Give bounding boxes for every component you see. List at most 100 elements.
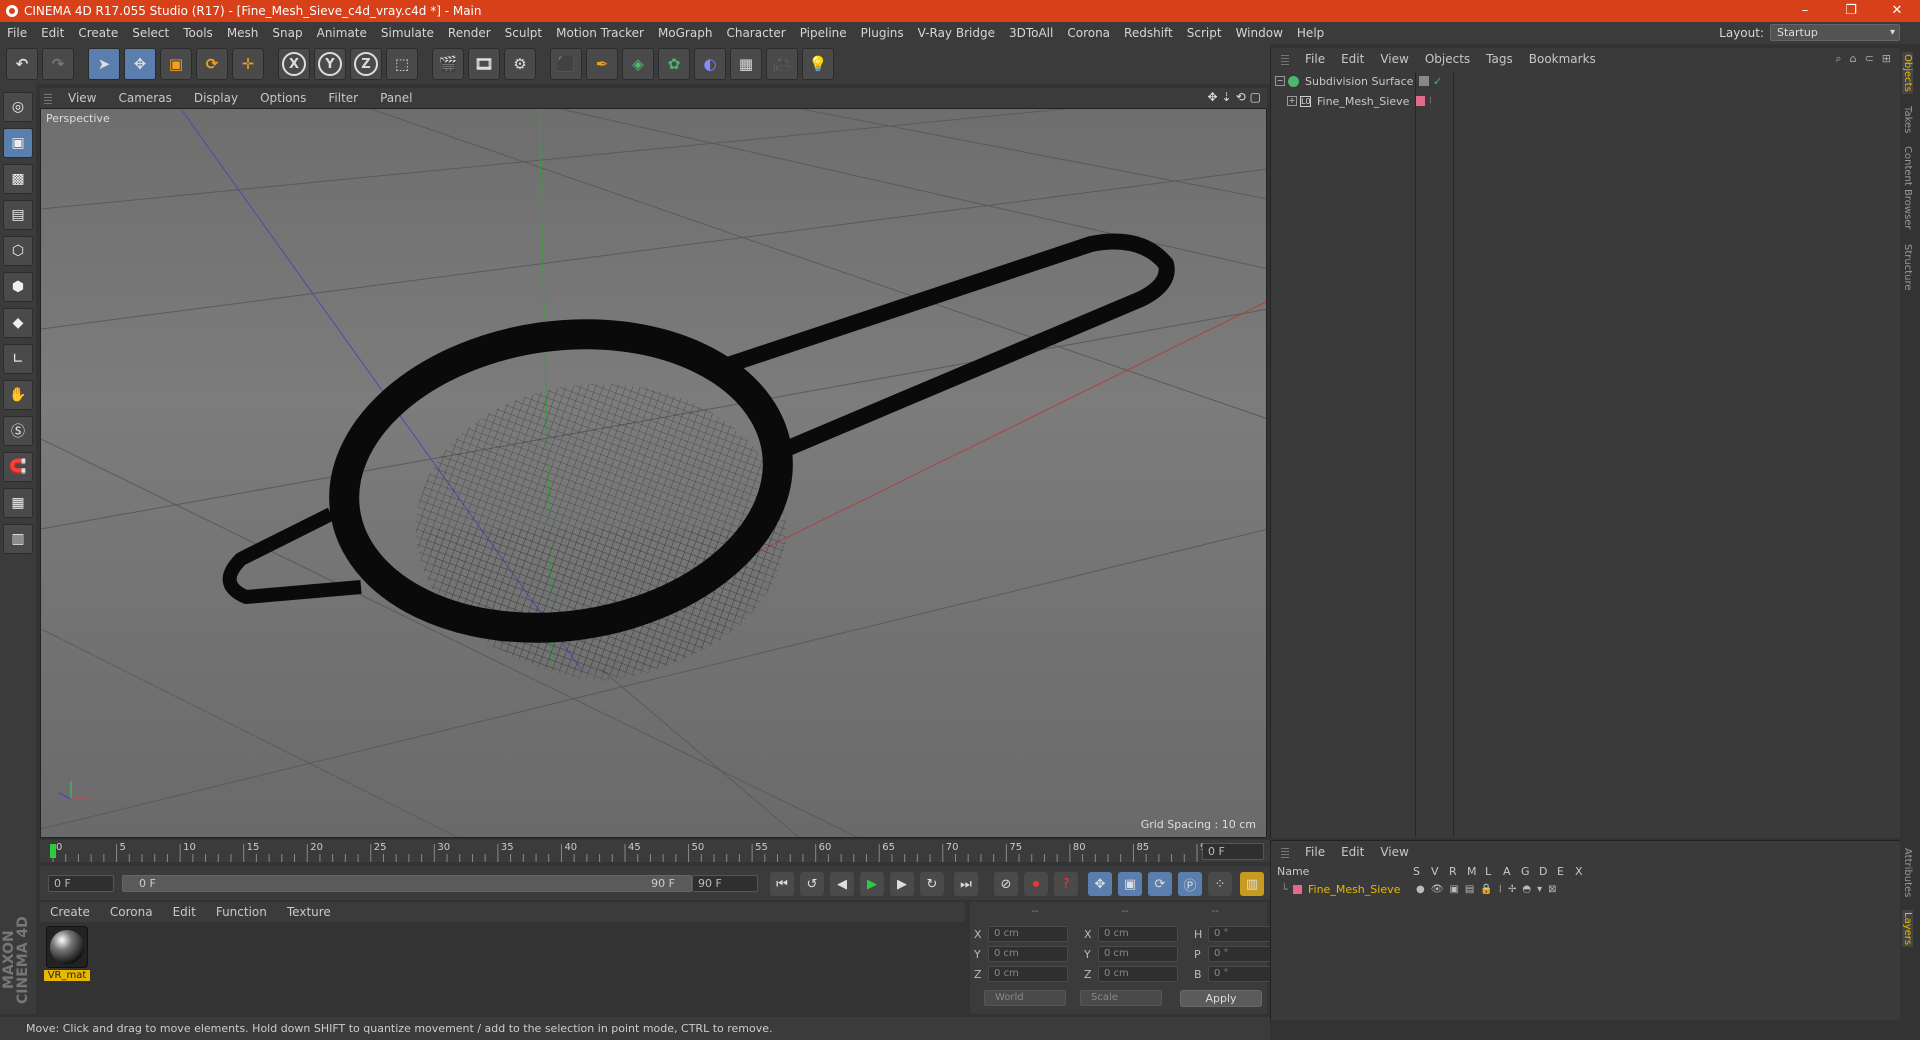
filter-icon[interactable]: ⊂ [1865, 52, 1874, 66]
frame-range-slider[interactable]: 0 F 90 F [122, 875, 692, 892]
pen-spline-icon[interactable]: ✒ [586, 48, 618, 80]
tab-takes[interactable]: Takes [1902, 106, 1913, 133]
tweak-mode-icon[interactable]: ✋ [3, 380, 33, 410]
model-mode-icon[interactable]: ▣ [3, 128, 33, 158]
position-y-field[interactable]: 0 cm [988, 946, 1068, 962]
menu-vray-bridge[interactable]: V-Ray Bridge [911, 26, 1002, 40]
select-arrow-icon[interactable]: ➤ [88, 48, 120, 80]
layout-dropdown[interactable]: Startup [1770, 24, 1900, 41]
menu-help[interactable]: Help [1290, 26, 1331, 40]
cloner-icon[interactable]: ✿ [658, 48, 690, 80]
menu-3dtoall[interactable]: 3DToAll [1002, 26, 1060, 40]
undo-icon[interactable]: ↶ [6, 48, 38, 80]
menu-snap[interactable]: Snap [265, 26, 309, 40]
render-view-icon[interactable]: 🎬 [432, 48, 464, 80]
expression-toggle-icon[interactable]: ▾ [1537, 884, 1542, 895]
record-icon[interactable]: ⏺ [1024, 872, 1048, 896]
material-menu-function[interactable]: Function [206, 905, 277, 919]
points-mode-icon[interactable]: ⬡ [3, 236, 33, 266]
menu-create[interactable]: Create [71, 26, 125, 40]
expand-icon[interactable]: + [1287, 96, 1297, 106]
viewport-menu-cameras[interactable]: Cameras [108, 91, 183, 105]
manager-toggle-icon[interactable]: ▤ [1465, 884, 1474, 895]
keyframe-icon[interactable]: ⊘ [994, 872, 1018, 896]
workplane-mode-icon[interactable]: ▤ [3, 200, 33, 230]
viewport-menu-display[interactable]: Display [184, 91, 250, 105]
maximize-button[interactable]: ❐ [1828, 0, 1874, 22]
key-position-icon[interactable]: ✥ [1088, 872, 1112, 896]
menu-window[interactable]: Window [1229, 26, 1290, 40]
viewport-rotate-icon[interactable]: ⟲ [1236, 90, 1246, 104]
size-z-field[interactable]: 0 cm [1098, 966, 1178, 982]
scale-tool-icon[interactable]: ▣ [160, 48, 192, 80]
viewport-pan-icon[interactable]: ✥ [1207, 90, 1217, 104]
visible-toggle-icon[interactable]: 👁 [1431, 884, 1444, 895]
xref-toggle-icon[interactable]: ⊠ [1548, 884, 1556, 895]
solo-toggle-icon[interactable]: ● [1416, 884, 1425, 895]
workplane-lock-icon[interactable]: ▦ [3, 488, 33, 518]
list-item[interactable]: − Subdivision Surface ✓ [1275, 72, 1442, 90]
menu-sculpt[interactable]: Sculpt [498, 26, 549, 40]
material-swatch[interactable]: VR_mat [44, 926, 90, 981]
next-key-icon[interactable]: ↻ [920, 872, 944, 896]
previous-frame-icon[interactable]: ◀ [830, 872, 854, 896]
tab-layers[interactable]: Layers [1902, 910, 1913, 948]
autokey-icon[interactable]: ? [1054, 872, 1078, 896]
minimize-button[interactable]: – [1782, 0, 1828, 22]
redo-icon[interactable]: ↷ [42, 48, 74, 80]
tab-content-browser[interactable]: Content Browser [1902, 146, 1913, 229]
floor-icon[interactable]: ▦ [730, 48, 762, 80]
visibility-dots-icon[interactable]: ⁞ [1429, 96, 1432, 106]
menu-render[interactable]: Render [441, 26, 498, 40]
size-y-field[interactable]: 0 cm [1098, 946, 1178, 962]
key-parameter-icon[interactable]: Ⓟ [1178, 872, 1202, 896]
live-selection-icon[interactable]: ✛ [232, 48, 264, 80]
collapse-icon[interactable]: − [1275, 76, 1285, 86]
polygons-mode-icon[interactable]: ◆ [3, 308, 33, 338]
table-row[interactable]: └ Fine_Mesh_Sieve ● 👁 ▣ ▤ 🔒 ⁞ ✢ ◓ ▾ ⊠ [1271, 881, 1901, 897]
rotate-tool-icon[interactable]: ⟳ [196, 48, 228, 80]
menu-pipeline[interactable]: Pipeline [793, 26, 854, 40]
menu-edit[interactable]: Edit [34, 26, 71, 40]
enabled-check-icon[interactable]: ✓ [1433, 75, 1442, 88]
timeline-ruler[interactable]: 051015202530354045505560657075808590 0 F [40, 840, 1270, 862]
cube-primitive-icon[interactable]: ⬛ [550, 48, 582, 80]
animation-toggle-icon[interactable]: ⁞ [1499, 884, 1502, 895]
panel-expand-icon[interactable]: ⊞ [1882, 52, 1891, 66]
next-frame-icon[interactable]: ▶ [890, 872, 914, 896]
y-axis-lock-button[interactable]: Y [314, 48, 346, 80]
layers-menu-view[interactable]: View [1372, 845, 1416, 859]
move-tool-icon[interactable]: ✥ [124, 48, 156, 80]
size-x-field[interactable]: 0 cm [1098, 926, 1178, 942]
coordinate-mode-dropdown[interactable]: World [984, 990, 1066, 1006]
menu-animate[interactable]: Animate [310, 26, 374, 40]
current-frame-field[interactable]: 0 F [1202, 843, 1264, 860]
viewport-maximize-icon[interactable]: ▢ [1250, 90, 1261, 104]
material-menu-edit[interactable]: Edit [163, 905, 206, 919]
axis-mode-icon[interactable]: ∟ [3, 344, 33, 374]
close-button[interactable]: ✕ [1874, 0, 1920, 22]
menu-mograph[interactable]: MoGraph [651, 26, 720, 40]
objects-menu-bookmarks[interactable]: Bookmarks [1521, 52, 1604, 66]
snapping-icon[interactable]: 🧲 [3, 452, 33, 482]
tab-objects[interactable]: Objects [1902, 52, 1913, 94]
previous-key-icon[interactable]: ↺ [800, 872, 824, 896]
tab-attributes[interactable]: Attributes [1902, 848, 1913, 897]
make-editable-icon[interactable]: ◎ [3, 92, 33, 122]
apply-button[interactable]: Apply [1180, 990, 1262, 1007]
go-to-start-icon[interactable]: ⏮ [770, 872, 794, 896]
x-axis-lock-button[interactable]: X [278, 48, 310, 80]
coordinate-system-icon[interactable]: ⬚ [386, 48, 418, 80]
material-menu-texture[interactable]: Texture [277, 905, 341, 919]
key-scale-icon[interactable]: ▣ [1118, 872, 1142, 896]
deformer-icon[interactable]: ◐ [694, 48, 726, 80]
menu-redshift[interactable]: Redshift [1117, 26, 1180, 40]
menu-character[interactable]: Character [719, 26, 792, 40]
list-item[interactable]: + L0 Fine_Mesh_Sieve ⁞ [1287, 92, 1432, 110]
grid-icon[interactable]: ▥ [3, 524, 33, 554]
viewport-menu-view[interactable]: View [58, 91, 108, 105]
menu-tools[interactable]: Tools [176, 26, 220, 40]
key-rotation-icon[interactable]: ⟳ [1148, 872, 1172, 896]
objects-menu-file[interactable]: File [1297, 52, 1333, 66]
menu-select[interactable]: Select [125, 26, 176, 40]
